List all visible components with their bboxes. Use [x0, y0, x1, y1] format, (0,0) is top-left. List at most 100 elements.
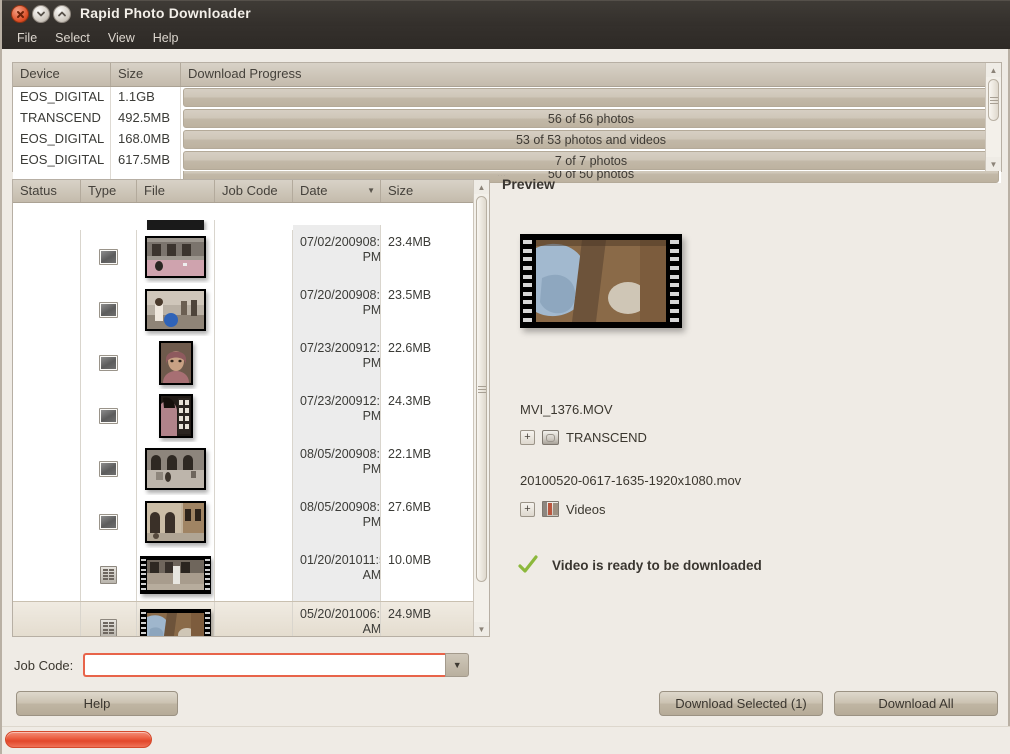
- device-name: EOS_DIGITAL: [13, 87, 111, 108]
- scrollbar-thumb[interactable]: [476, 196, 487, 582]
- scrollbar-track[interactable]: [986, 77, 1001, 157]
- scrollbar-thumb[interactable]: [988, 79, 999, 121]
- device-row[interactable]: EOS_DIGITAL 168.0MB 53 of 53 photos and …: [13, 129, 1001, 150]
- preview-source-device-row[interactable]: + TRANSCEND: [520, 430, 647, 445]
- progress-bar: 7 of 7 photos: [183, 151, 999, 170]
- download-all-button[interactable]: Download All: [834, 691, 998, 716]
- close-window-icon[interactable]: [11, 5, 29, 23]
- preview-panel: Preview MVI_1376.MOV + TRANSCEND 2010052…: [502, 176, 1002, 638]
- file-type-cell: [81, 230, 137, 283]
- device-table-scrollbar[interactable]: ▲ ▼: [985, 63, 1001, 171]
- preview-destination-filename: 20100520-0617-1635-1920x1080.mov: [520, 473, 742, 488]
- photo-type-icon: [99, 301, 118, 318]
- file-column-header-status[interactable]: Status: [13, 180, 81, 202]
- file-status-cell: [13, 548, 81, 601]
- file-column-header-date[interactable]: Date ▼: [293, 180, 381, 202]
- film-perforations-right: [205, 611, 210, 636]
- file-column-header-file[interactable]: File: [137, 180, 215, 202]
- table-row-selected[interactable]: 05/20/2010 06:17:51 AM 24.9MB: [13, 601, 489, 636]
- file-date-line2: 08:23:12 PM: [362, 500, 381, 529]
- title-bar: Rapid Photo Downloader: [2, 0, 1010, 26]
- device-table-header: Device Size Download Progress: [13, 63, 1001, 87]
- preview-thumbnail: [520, 234, 682, 328]
- device-column-header-size[interactable]: Size: [111, 63, 181, 86]
- job-code-input[interactable]: [83, 653, 446, 677]
- menu-item-select[interactable]: Select: [47, 29, 98, 47]
- file-list-scrollbar[interactable]: ▲ ▼: [473, 180, 489, 636]
- device-column-header-device[interactable]: Device: [13, 63, 111, 86]
- device-size: 617.5MB: [111, 150, 181, 171]
- video-type-icon: [100, 565, 117, 584]
- file-thumbnail-cell: [137, 442, 215, 495]
- job-code-row: Job Code: ▼: [14, 653, 470, 677]
- file-date-line1: 07/20/2009: [300, 288, 363, 302]
- scroll-down-icon[interactable]: ▼: [986, 157, 1001, 171]
- file-column-header-size[interactable]: Size: [381, 180, 463, 202]
- file-column-header-date-label: Date: [300, 183, 328, 198]
- help-button[interactable]: Help: [16, 691, 178, 716]
- file-date-line1: 08/05/2009: [300, 500, 363, 514]
- file-job-code-cell: [215, 495, 293, 548]
- sort-descending-icon: ▼: [367, 186, 375, 195]
- file-date-cell: 08/05/2009 08:14:21 PM: [293, 442, 381, 495]
- file-column-header-job-code[interactable]: Job Code: [215, 180, 293, 202]
- thumbnail-image: [145, 288, 206, 331]
- table-row[interactable]: 07/02/2009 08:40:24 PM 23.4MB: [13, 230, 489, 283]
- file-status-cell: [13, 389, 81, 442]
- table-row[interactable]: 01/20/2010 11:58:59 AM 10.0MB: [13, 548, 489, 601]
- scroll-up-icon[interactable]: ▲: [986, 63, 1001, 77]
- activity-progress-bar: [5, 731, 152, 748]
- file-date-line2: 08:21:44 PM: [362, 288, 381, 317]
- application-window: Rapid Photo Downloader File Select View …: [0, 0, 1010, 754]
- scroll-up-icon[interactable]: ▲: [474, 180, 489, 194]
- preview-title: Preview: [502, 176, 555, 192]
- film-perforations-left: [141, 611, 146, 636]
- menu-item-file[interactable]: File: [9, 29, 45, 47]
- table-row[interactable]: [13, 203, 489, 230]
- file-date-line1: 08/05/2009: [300, 447, 363, 461]
- file-date-cell: 05/20/2010 06:17:51 AM: [293, 602, 381, 636]
- job-code-label: Job Code:: [14, 657, 74, 673]
- chevron-down-icon[interactable]: ▼: [445, 653, 470, 677]
- thumbnail-image: [145, 500, 206, 543]
- scrollbar-track[interactable]: [474, 194, 489, 622]
- minimize-window-icon[interactable]: [32, 5, 50, 23]
- device-name: EOS_DIGITAL: [13, 150, 111, 171]
- progress-bar: 56 of 56 photos: [183, 109, 999, 128]
- menu-item-view[interactable]: View: [100, 29, 143, 47]
- file-thumbnail-cell: [137, 283, 215, 336]
- file-date-line1: 05/20/2010: [300, 607, 363, 621]
- device-row[interactable]: TRANSCEND 492.5MB 56 of 56 photos: [13, 108, 1001, 129]
- expander-plus-icon[interactable]: +: [520, 430, 535, 445]
- file-date-line2: 08:40:24 PM: [362, 235, 381, 264]
- device-column-header-progress[interactable]: Download Progress: [181, 63, 1001, 86]
- table-row[interactable]: 07/20/2009 08:21:44 PM 23.5MB: [13, 283, 489, 336]
- device-progress-cell: 56 of 56 photos: [181, 108, 1001, 129]
- device-row[interactable]: EOS_DIGITAL 1.1GB: [13, 87, 1001, 108]
- table-row[interactable]: 08/05/2009 08:14:21 PM 22.1MB: [13, 442, 489, 495]
- download-selected-button[interactable]: Download Selected (1): [659, 691, 823, 716]
- file-job-code-cell: [215, 336, 293, 389]
- table-row[interactable]: 08/05/2009 08:23:12 PM 27.6MB: [13, 495, 489, 548]
- job-code-combobox[interactable]: ▼: [83, 653, 470, 677]
- table-row[interactable]: 07/23/2009 12:30:04 PM 22.6MB: [13, 336, 489, 389]
- preview-source-filename: MVI_1376.MOV: [520, 402, 613, 417]
- file-date-cell: 07/23/2009 12:50:54 PM: [293, 389, 381, 442]
- scroll-down-icon[interactable]: ▼: [474, 622, 489, 636]
- table-row[interactable]: 07/23/2009 12:50:54 PM 24.3MB: [13, 389, 489, 442]
- device-progress-cell: 7 of 7 photos: [181, 150, 1001, 171]
- menu-item-help[interactable]: Help: [145, 29, 187, 47]
- maximize-window-icon[interactable]: [53, 5, 71, 23]
- film-perforations-left: [523, 238, 532, 324]
- file-column-header-type[interactable]: Type: [81, 180, 137, 202]
- thumbnail-image: [145, 447, 206, 490]
- file-job-code-cell: [215, 389, 293, 442]
- preview-destination-folder-row[interactable]: + Videos: [520, 501, 606, 517]
- file-status-cell: [13, 336, 81, 389]
- film-perforations-right: [670, 238, 679, 324]
- expander-plus-icon[interactable]: +: [520, 501, 535, 517]
- device-row[interactable]: EOS_DIGITAL 617.5MB 7 of 7 photos: [13, 150, 1001, 171]
- file-date-line2: 06:17:51 AM: [362, 607, 381, 636]
- file-list-header: Status Type File Job Code Date ▼ Size: [13, 180, 489, 203]
- file-size-cell: 10.0MB: [388, 553, 432, 567]
